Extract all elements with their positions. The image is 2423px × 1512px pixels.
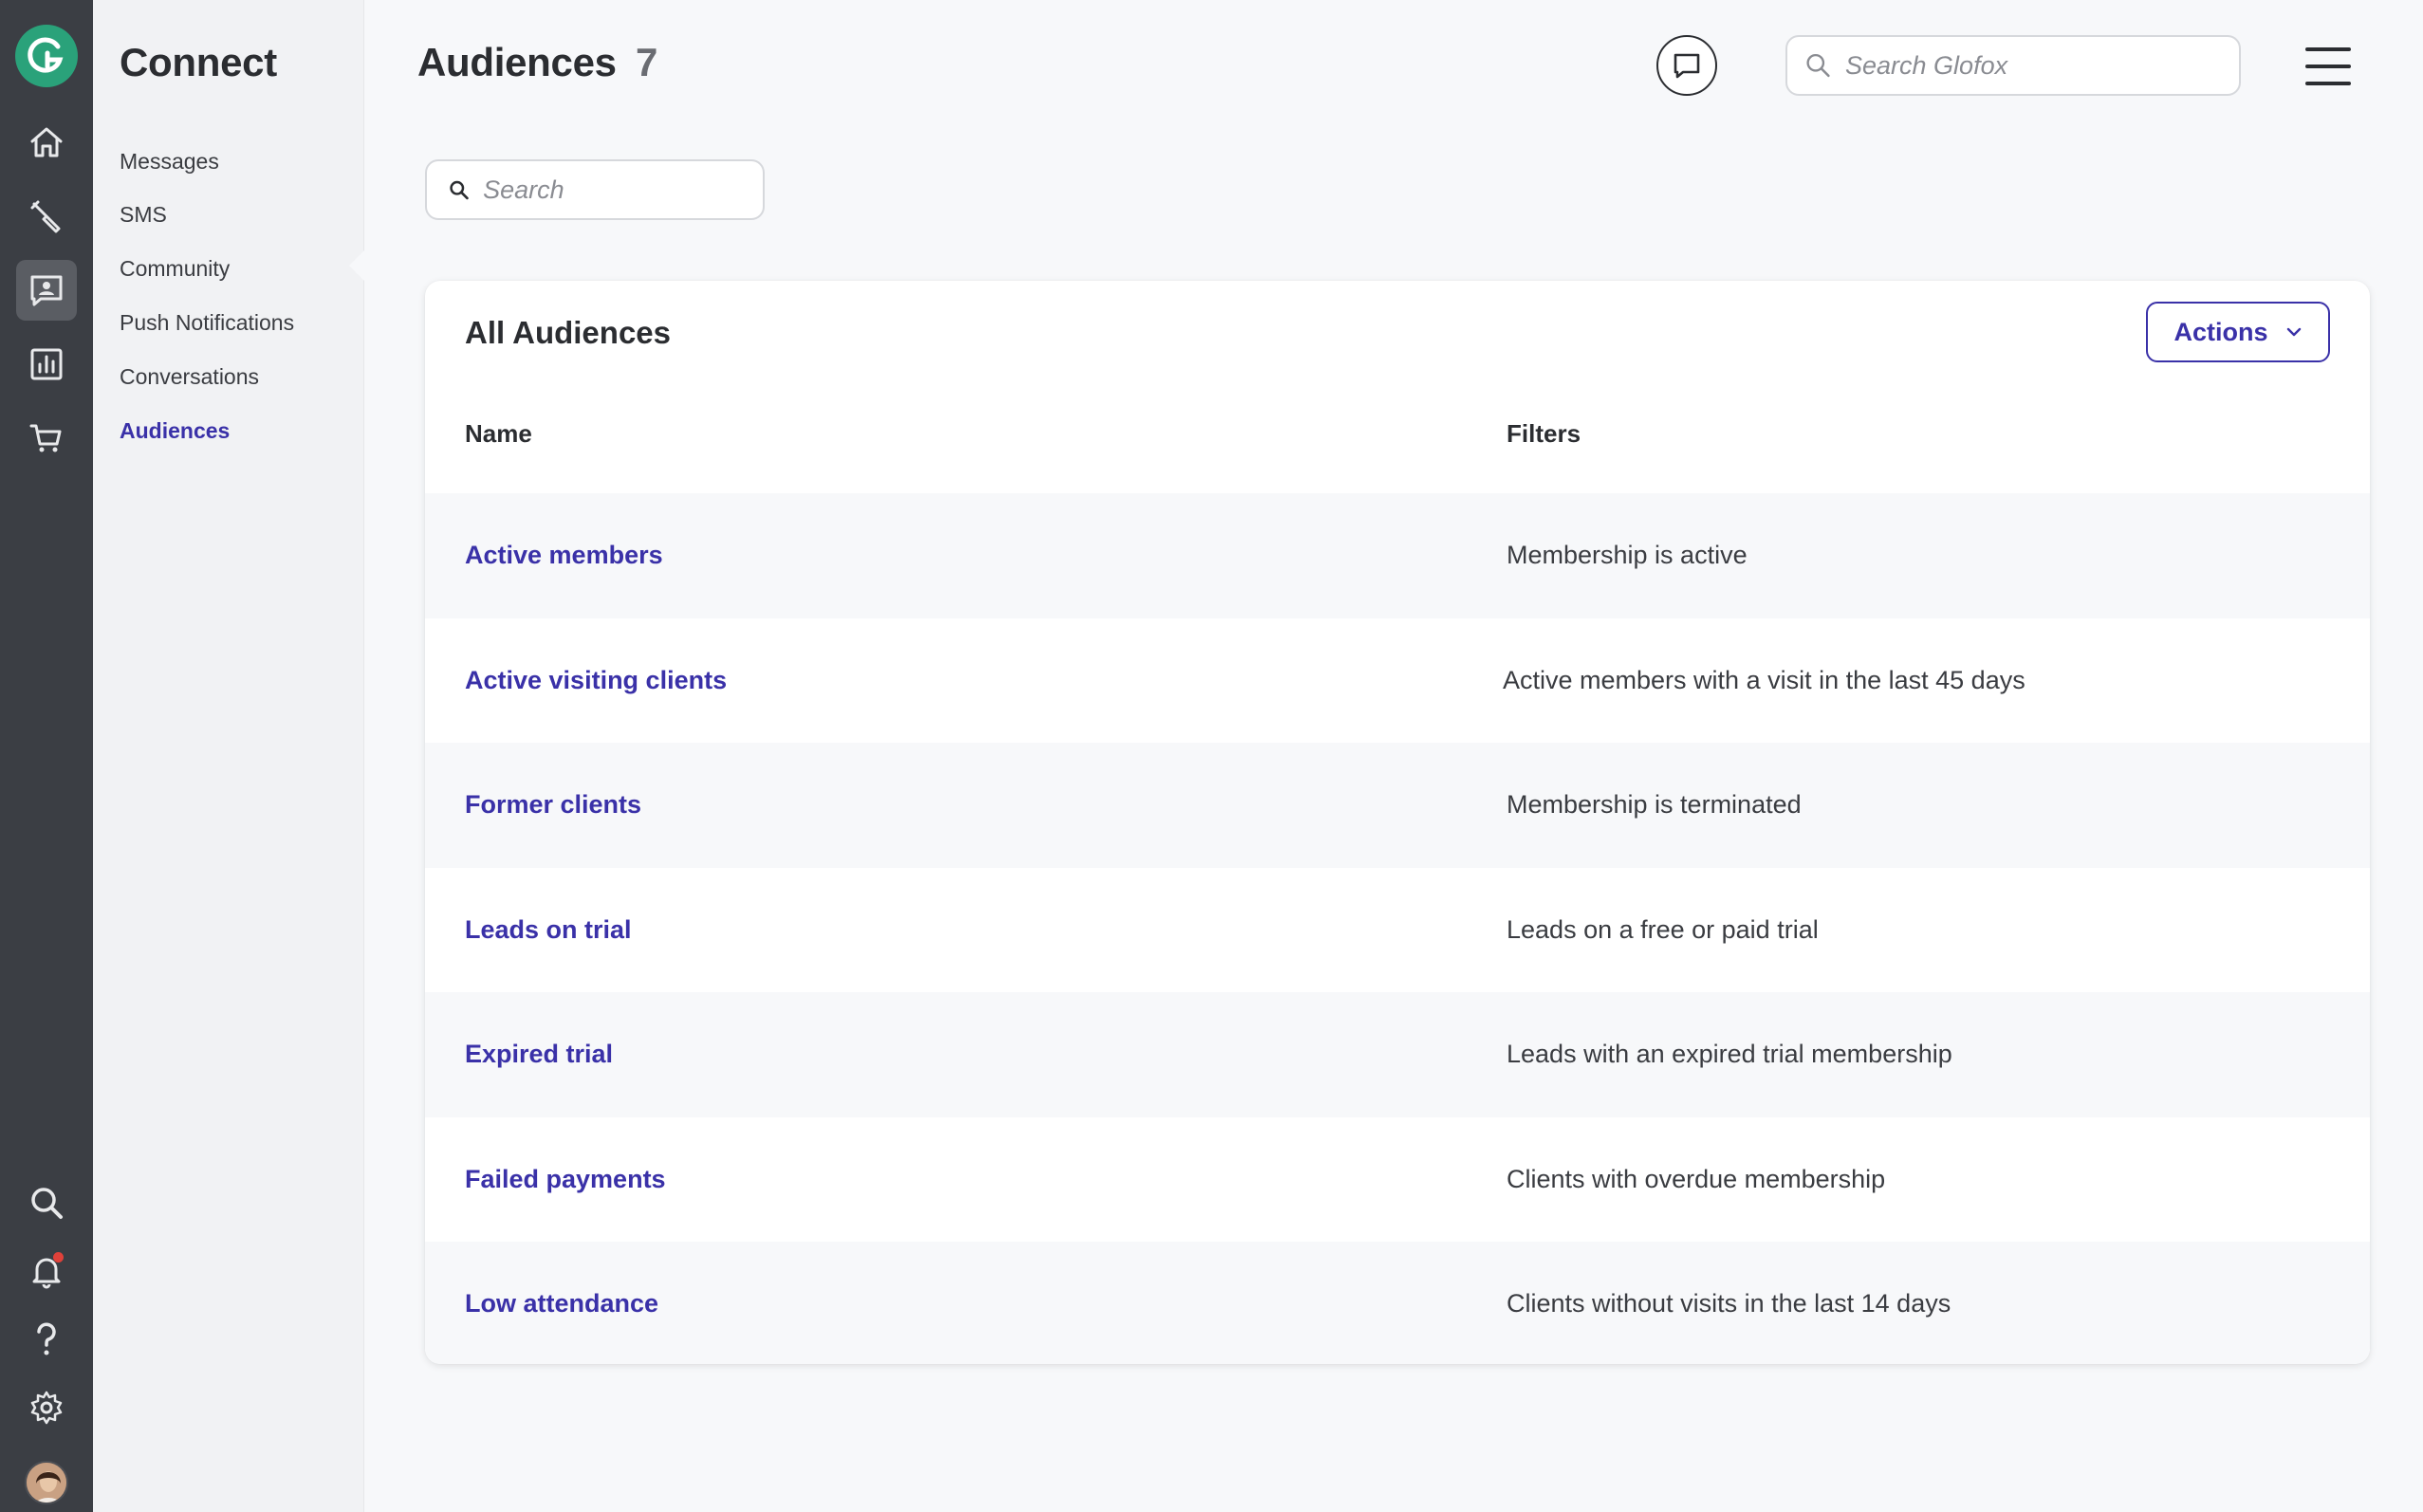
table-row: Former clients Membership is terminated xyxy=(425,743,2370,868)
chat-button[interactable] xyxy=(1656,35,1717,96)
table-row: Active members Membership is active xyxy=(425,493,2370,618)
audience-count: 7 xyxy=(636,40,658,84)
global-search-input[interactable] xyxy=(1845,50,2239,81)
sidebar-item-sms[interactable]: SMS xyxy=(120,202,167,228)
audience-search-input[interactable] xyxy=(483,175,763,205)
avatar-image xyxy=(27,1463,66,1503)
audience-search[interactable] xyxy=(425,159,765,220)
table-row: Active visiting clients Active members w… xyxy=(425,618,2370,744)
table-row: Low attendance Clients without visits in… xyxy=(425,1242,2370,1364)
audience-name-link[interactable]: Expired trial xyxy=(465,1040,613,1069)
page-title: Audiences xyxy=(417,40,617,84)
wrench-icon xyxy=(30,200,61,233)
search-icon xyxy=(450,180,469,200)
table-row: Expired trial Leads with an expired tria… xyxy=(425,992,2370,1117)
sidebar-item-conversations[interactable]: Conversations xyxy=(120,364,259,390)
rail-search[interactable] xyxy=(16,1172,77,1233)
menu-line xyxy=(2305,47,2351,51)
table-row: Failed payments Clients with overdue mem… xyxy=(425,1117,2370,1243)
rail-store[interactable] xyxy=(16,408,77,469)
user-avatar[interactable] xyxy=(25,1461,68,1504)
chevron-down-icon xyxy=(2286,327,2301,337)
hamburger-menu-button[interactable] xyxy=(2305,47,2351,85)
search-icon xyxy=(31,1188,63,1219)
glofox-logo[interactable] xyxy=(15,25,78,87)
rail-tools[interactable] xyxy=(16,186,77,247)
sidebar-item-audiences[interactable]: Audiences xyxy=(120,418,230,444)
menu-line xyxy=(2305,82,2351,85)
connect-icon xyxy=(30,275,63,306)
active-section-pointer xyxy=(349,250,364,281)
audience-filter: Clients with overdue membership xyxy=(1507,1164,1886,1193)
sidebar-item-messages[interactable]: Messages xyxy=(120,149,219,175)
rail-reports[interactable] xyxy=(16,334,77,395)
sidebar-item-push-notifications[interactable]: Push Notifications xyxy=(120,310,294,336)
audience-filter: Membership is terminated xyxy=(1507,790,1802,820)
audience-filter: Clients without visits in the last 14 da… xyxy=(1507,1289,1951,1318)
home-icon xyxy=(30,127,63,157)
sidebar-item-community[interactable]: Community xyxy=(120,256,230,282)
gear-icon xyxy=(30,1391,63,1425)
audience-table: Active members Membership is active Acti… xyxy=(425,493,2370,1364)
rail-settings[interactable] xyxy=(16,1377,77,1438)
menu-line xyxy=(2305,65,2351,68)
table-row: Leads on trial Leads on a free or paid t… xyxy=(425,868,2370,993)
audience-filter: Active members with a visit in the last … xyxy=(1503,665,2025,694)
rail-help[interactable] xyxy=(16,1309,77,1370)
rail-connect[interactable] xyxy=(16,260,77,321)
help-icon xyxy=(37,1322,56,1355)
audience-name-link[interactable]: Failed payments xyxy=(465,1165,666,1194)
audience-name-link[interactable]: Low attendance xyxy=(465,1289,658,1318)
search-icon xyxy=(1806,53,1830,78)
cart-icon xyxy=(29,424,62,452)
rail-home[interactable] xyxy=(16,112,77,173)
audience-name-link[interactable]: Former clients xyxy=(465,790,641,820)
audience-filter: Membership is active xyxy=(1507,541,1748,570)
column-header-filters: Filters xyxy=(1507,419,1581,448)
audience-filter: Leads on a free or paid trial xyxy=(1507,914,1819,944)
audience-name-link[interactable]: Active members xyxy=(465,541,663,570)
connect-sidebar: Connect Messages SMS Community Push Noti… xyxy=(93,0,364,1512)
audience-filter: Leads with an expired trial membership xyxy=(1507,1040,1952,1069)
actions-label: Actions xyxy=(2173,317,2268,346)
audience-name-link[interactable]: Active visiting clients xyxy=(465,666,727,695)
card-title: All Audiences xyxy=(465,315,671,350)
notification-dot xyxy=(53,1252,64,1263)
logo-icon xyxy=(28,37,64,73)
global-search[interactable] xyxy=(1785,35,2241,96)
rail-notifications[interactable] xyxy=(16,1241,77,1301)
bar-chart-icon xyxy=(30,348,63,380)
actions-dropdown-button[interactable]: Actions xyxy=(2146,302,2330,362)
icon-rail xyxy=(0,0,93,1512)
audience-name-link[interactable]: Leads on trial xyxy=(465,915,632,945)
sidebar-title: Connect xyxy=(120,40,277,84)
column-header-name: Name xyxy=(465,419,532,448)
audiences-card: All Audiences Actions Name Filters Activ… xyxy=(425,281,2370,1364)
chat-bubble-icon xyxy=(1674,53,1700,79)
